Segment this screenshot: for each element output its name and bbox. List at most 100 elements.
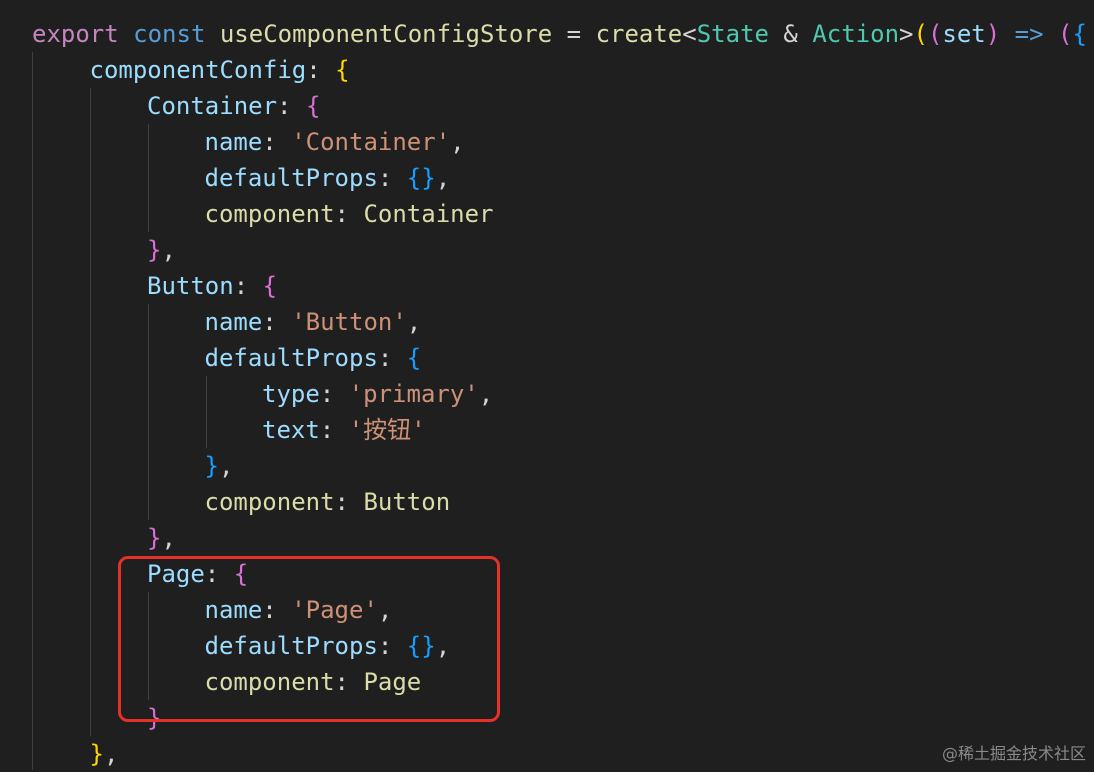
- code-token: :: [334, 488, 364, 516]
- code-token: }: [147, 704, 162, 732]
- code-editor[interactable]: export const useComponentConfigStore = c…: [0, 0, 1094, 770]
- code-token: :: [319, 380, 349, 408]
- code-token: ,: [435, 164, 451, 192]
- code-token: (: [913, 20, 928, 48]
- code-token: component: [204, 488, 335, 516]
- code-token: ): [985, 20, 1001, 48]
- code-token: text: [262, 416, 320, 444]
- code-token: component: [204, 668, 335, 696]
- code-line: component: Button: [205, 484, 451, 520]
- code-token: export: [32, 20, 119, 48]
- code-token: Action: [812, 20, 900, 48]
- code-token: :: [319, 416, 349, 444]
- code-token: componentConfig: [89, 56, 307, 84]
- code-line: Container: {: [147, 88, 320, 124]
- code-token: Container: [147, 92, 278, 120]
- code-token: :: [262, 596, 292, 624]
- code-token: 'Button': [291, 308, 407, 336]
- code-token: name: [204, 596, 263, 624]
- code-token: type: [262, 380, 320, 408]
- code-line: },: [205, 448, 234, 484]
- indent-guide-line: [148, 124, 149, 232]
- code-token: ,: [435, 632, 451, 660]
- code-token: useComponentConfigStore: [219, 20, 553, 48]
- code-token: }: [147, 524, 162, 552]
- code-token: ,: [218, 452, 234, 480]
- code-token: 'Page': [291, 596, 378, 624]
- code-token: name: [204, 308, 263, 336]
- code-token: :: [334, 200, 364, 228]
- code-token: ,: [161, 524, 176, 552]
- code-line: }: [147, 700, 161, 736]
- code-token: Page: [147, 560, 205, 588]
- code-token: {: [335, 56, 350, 84]
- code-token: (: [927, 20, 943, 48]
- code-token: ,: [161, 236, 176, 264]
- code-token: }: [204, 452, 219, 480]
- code-token: :: [262, 308, 292, 336]
- code-token: :: [204, 560, 234, 588]
- code-token: &: [768, 20, 813, 48]
- code-token: :: [306, 56, 336, 84]
- code-line: defaultProps: {},: [205, 628, 451, 664]
- code-token: :: [233, 272, 263, 300]
- code-token: State: [696, 20, 769, 48]
- code-line: name: 'Button',: [205, 304, 422, 340]
- code-token: {}: [406, 632, 436, 660]
- code-line: text: '按钮': [262, 412, 426, 448]
- watermark-text: @稀土掘金技术社区: [941, 744, 1086, 763]
- code-token: (: [1058, 20, 1073, 48]
- code-token: ,: [103, 740, 119, 768]
- code-token: ,: [377, 596, 393, 624]
- code-token: :: [277, 92, 306, 120]
- code-token: {: [1072, 20, 1087, 48]
- code-line: defaultProps: {},: [205, 160, 451, 196]
- code-token: :: [377, 164, 407, 192]
- code-line: componentConfig: {: [90, 52, 350, 88]
- code-token: component: [204, 200, 335, 228]
- code-token: 'Container': [291, 128, 451, 156]
- indent-guide-line: [148, 592, 149, 700]
- code-token: :: [334, 668, 364, 696]
- code-token: {}: [406, 164, 436, 192]
- code-token: ,: [406, 308, 422, 336]
- code-token: {: [305, 92, 321, 120]
- code-token: =: [552, 20, 596, 48]
- code-token: create: [595, 20, 683, 48]
- code-token: defaultProps: [204, 164, 378, 192]
- code-token: defaultProps: [204, 344, 378, 372]
- code-token: <: [682, 20, 697, 48]
- code-line: export const useComponentConfigStore = c…: [32, 16, 1087, 52]
- code-line: Button: {: [147, 268, 277, 304]
- code-line: name: 'Container',: [205, 124, 465, 160]
- code-line: component: Page: [205, 664, 422, 700]
- code-token: =>: [1014, 20, 1044, 48]
- code-line: component: Container: [205, 196, 494, 232]
- code-token: 'primary': [348, 380, 479, 408]
- indent-guide-line: [32, 52, 33, 770]
- code-line: },: [147, 520, 176, 556]
- code-token: Page: [363, 668, 422, 696]
- code-token: name: [204, 128, 263, 156]
- code-token: {: [262, 272, 278, 300]
- code-line: },: [90, 736, 119, 772]
- code-token: ,: [478, 380, 494, 408]
- indent-guide-line: [206, 376, 207, 448]
- indent-guide-line: [90, 88, 91, 736]
- code-token: >: [899, 20, 914, 48]
- code-token: const: [133, 20, 206, 48]
- code-token: set: [942, 20, 986, 48]
- code-token: {: [406, 344, 422, 372]
- code-token: Button: [363, 488, 451, 516]
- code-line: name: 'Page',: [205, 592, 393, 628]
- code-line: defaultProps: {: [205, 340, 422, 376]
- code-token: :: [377, 344, 407, 372]
- code-line: },: [147, 232, 176, 268]
- code-token: Button: [147, 272, 234, 300]
- code-line: type: 'primary',: [262, 376, 493, 412]
- code-token: ,: [450, 128, 465, 156]
- code-token: }: [89, 740, 104, 768]
